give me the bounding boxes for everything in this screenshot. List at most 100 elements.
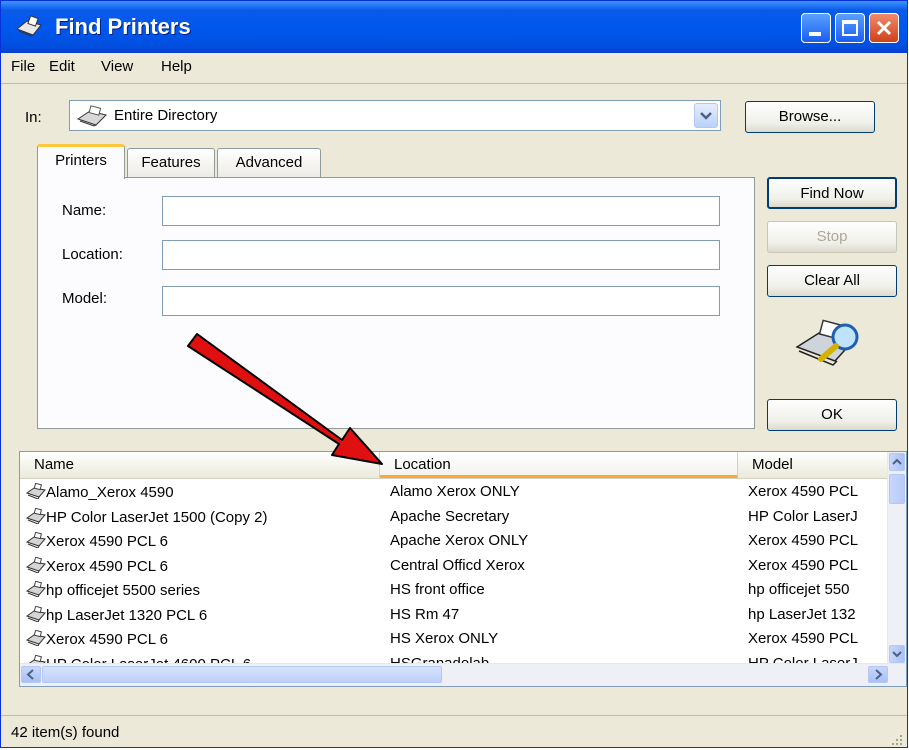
- title-bar[interactable]: Find Printers: [1, 1, 907, 53]
- printer-location-cell: HS front office: [390, 581, 485, 598]
- printer-name-cell: Xerox 4590 PCL 6: [26, 630, 378, 648]
- printer-name-cell: hp LaserJet 1320 PCL 6: [26, 605, 378, 624]
- find-now-button[interactable]: Find Now: [767, 177, 897, 209]
- tab-printers[interactable]: Printers: [37, 144, 125, 179]
- results-rows: Alamo_Xerox 4590 Alamo Xerox ONLY Xerox 45…: [20, 480, 890, 676]
- search-in-dropdown[interactable]: Entire Directory: [69, 100, 721, 131]
- chevron-left-icon: [26, 669, 34, 680]
- printer-model-cell: hp officejet 550: [748, 581, 850, 598]
- minimize-button[interactable]: [801, 13, 831, 43]
- results-list: Name Location Model Alamo_Xerox 4590 Alam…: [19, 451, 907, 687]
- close-button[interactable]: [869, 13, 899, 43]
- scroll-left-button[interactable]: [21, 666, 41, 683]
- printer-name-cell: HP Color LaserJet 1500 (Copy 2): [26, 507, 378, 526]
- location-label: Location:: [62, 246, 123, 263]
- find-printers-window: Find Printers File Edit View Help In: En…: [0, 0, 908, 748]
- printer-name: Xerox 4590 PCL 6: [46, 557, 169, 575]
- scroll-up-button[interactable]: [889, 453, 905, 471]
- chevron-down-icon: [700, 112, 712, 120]
- printer-icon: [26, 581, 46, 597]
- table-row[interactable]: Xerox 4590 PCL 6 HS Xerox ONLY Xerox 4590 …: [20, 627, 890, 652]
- printer-model-cell: hp LaserJet 132: [748, 605, 856, 623]
- table-row[interactable]: hp LaserJet 1320 PCL 6 HS Rm 47 hp LaserJe…: [20, 603, 890, 628]
- printer-location-cell: Alamo Xerox ONLY: [390, 483, 520, 500]
- close-icon: [876, 20, 892, 36]
- maximize-icon: [842, 20, 858, 36]
- printer-location-cell: Central Officd Xerox: [390, 556, 525, 574]
- printer-icon: [26, 507, 46, 524]
- printer-model-cell: Xerox 4590 PCL: [748, 532, 859, 549]
- table-row[interactable]: Alamo_Xerox 4590 Alamo Xerox ONLY Xerox 45…: [20, 480, 890, 505]
- menu-edit[interactable]: Edit: [49, 58, 75, 75]
- status-text: 42 item(s) found: [11, 724, 120, 741]
- results-header: Name Location Model: [20, 452, 890, 479]
- printers-tab-panel: Name: Location: Model:: [37, 177, 755, 429]
- resize-grip-icon[interactable]: [889, 732, 903, 746]
- menu-help[interactable]: Help: [161, 58, 192, 75]
- table-row[interactable]: HP Color LaserJet 1500 (Copy 2) Apache Se…: [20, 505, 890, 530]
- menu-view[interactable]: View: [101, 58, 133, 75]
- chevron-right-icon: [875, 669, 883, 680]
- name-input[interactable]: [162, 196, 720, 226]
- location-input[interactable]: [162, 240, 720, 270]
- printer-icon: [26, 532, 46, 548]
- find-printers-icon: [16, 15, 42, 37]
- printer-name-cell: Xerox 4590 PCL 6: [26, 532, 378, 550]
- scroll-down-button[interactable]: [889, 645, 905, 663]
- tab-features[interactable]: Features: [127, 148, 215, 178]
- tab-advanced[interactable]: Advanced: [217, 148, 321, 178]
- minimize-icon: [809, 32, 821, 36]
- model-label: Model:: [62, 290, 108, 307]
- printer-name: hp officejet 5500 series: [46, 582, 200, 599]
- horizontal-scrollbar[interactable]: [20, 663, 906, 686]
- stop-button[interactable]: Stop: [767, 221, 897, 253]
- printer-name-cell: Xerox 4590 PCL 6: [26, 556, 378, 575]
- vertical-scrollbar[interactable]: [887, 452, 906, 664]
- printer-icon: [26, 483, 46, 499]
- table-row[interactable]: Xerox 4590 PCL 6 Apache Xerox ONLY Xerox 4…: [20, 529, 890, 554]
- printer-name: Xerox 4590 PCL 6: [46, 533, 169, 550]
- printer-location-cell: HS Rm 47: [390, 605, 460, 623]
- dropdown-button[interactable]: [694, 103, 718, 128]
- ok-button[interactable]: OK: [767, 399, 897, 431]
- printer-location-cell: HS Xerox ONLY: [390, 630, 499, 647]
- printer-location-cell: Apache Secretary: [390, 507, 510, 525]
- vertical-scroll-thumb[interactable]: [889, 474, 905, 504]
- window-title: Find Printers: [55, 14, 191, 39]
- model-input[interactable]: [162, 286, 720, 316]
- printer-name: Xerox 4590 PCL 6: [46, 631, 169, 648]
- column-header-location[interactable]: Location: [380, 452, 738, 478]
- printer-name: hp LaserJet 1320 PCL 6: [46, 606, 208, 624]
- printer-icon: [26, 605, 46, 622]
- printer-model-cell: Xerox 4590 PCL: [748, 483, 859, 500]
- printer-name: HP Color LaserJet 1500 (Copy 2): [46, 508, 268, 526]
- horizontal-scroll-thumb[interactable]: [42, 666, 442, 683]
- printer-model-cell: Xerox 4590 PCL: [748, 556, 859, 574]
- search-in-value: Entire Directory: [114, 107, 218, 124]
- printer-model-cell: Xerox 4590 PCL: [748, 630, 859, 647]
- printer-location-cell: Apache Xerox ONLY: [390, 532, 529, 549]
- name-label: Name:: [62, 202, 107, 219]
- chevron-up-icon: [892, 458, 902, 465]
- menu-bar: File Edit View Help: [1, 53, 907, 84]
- directory-printer-icon: [76, 105, 107, 127]
- scroll-right-button[interactable]: [868, 666, 888, 683]
- table-row[interactable]: hp officejet 5500 series HS front office h…: [20, 578, 890, 603]
- printer-name-cell: hp officejet 5500 series: [26, 581, 378, 599]
- printer-model-cell: HP Color LaserJ: [748, 507, 858, 525]
- browse-button[interactable]: Browse...: [745, 101, 875, 133]
- printer-name: Alamo_Xerox 4590: [46, 484, 174, 501]
- status-bar: 42 item(s) found: [1, 715, 907, 747]
- search-printer-icon: [795, 319, 859, 366]
- printer-icon: [26, 556, 46, 573]
- maximize-button[interactable]: [835, 13, 865, 43]
- menu-file[interactable]: File: [11, 58, 35, 75]
- column-header-name[interactable]: Name: [20, 452, 380, 478]
- column-header-model[interactable]: Model: [738, 452, 890, 478]
- search-in-label: In:: [25, 109, 42, 126]
- table-row[interactable]: Xerox 4590 PCL 6 Central Officd Xerox Xero…: [20, 554, 890, 579]
- clear-all-button[interactable]: Clear All: [767, 265, 897, 297]
- chevron-down-icon: [892, 651, 902, 658]
- printer-name-cell: Alamo_Xerox 4590: [26, 483, 378, 501]
- printer-icon: [26, 630, 46, 646]
